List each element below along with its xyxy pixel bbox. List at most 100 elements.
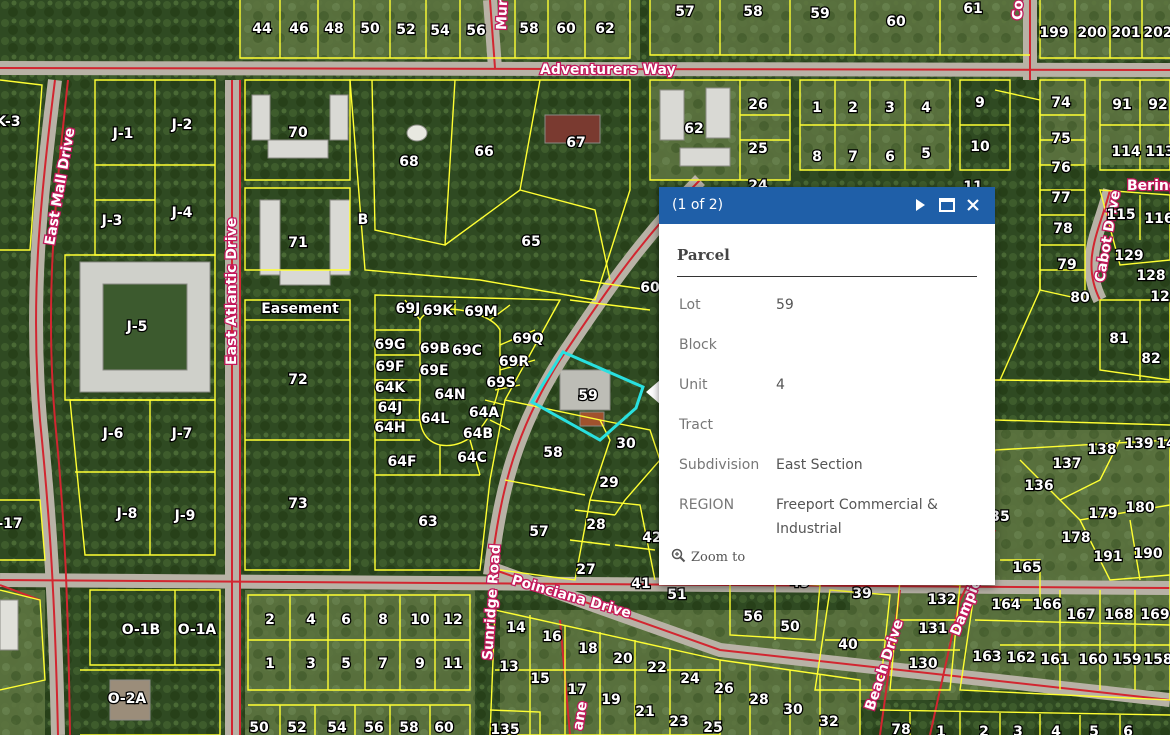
- parcel-label: 57: [529, 524, 548, 540]
- parcel-label: 1: [936, 724, 946, 735]
- attribute-table: Lot 59 Block Unit 4 Tract Subdivision East Sect…: [677, 285, 977, 549]
- parcel-label: 12: [1150, 289, 1169, 305]
- parcel-label: 61: [963, 1, 982, 17]
- road-label-bering: Bering: [1127, 178, 1170, 194]
- info-popup: (1 of 2) Parcel Lot 59 Block Unit 4 Tract Subd…: [659, 187, 995, 585]
- parcel-label: 129: [1114, 248, 1143, 264]
- parcel-label: 2: [979, 724, 989, 735]
- parcel-label: 1: [812, 100, 822, 116]
- parcel-label: 131: [918, 621, 947, 637]
- parcel-label: 78: [1053, 221, 1072, 237]
- parcel-label: 60: [434, 720, 454, 735]
- road-label-columbus: Columbus: [1010, 0, 1029, 20]
- attribute-value: [774, 405, 977, 445]
- parcel-label: 78: [891, 722, 910, 735]
- popup-body: Parcel Lot 59 Block Unit 4 Tract Subdivision Ea…: [659, 246, 995, 549]
- parcel-label: J-4: [171, 205, 193, 221]
- parcel-label: 19: [601, 692, 620, 708]
- zoom-to-button[interactable]: Zoom to: [671, 548, 745, 567]
- parcel-label: 8: [378, 612, 388, 628]
- parcel-label: 25: [703, 720, 722, 735]
- parcel-label: 5: [341, 656, 351, 672]
- parcel-label: 44: [252, 21, 272, 37]
- parcel-label: 128: [1136, 268, 1165, 284]
- parcel-label: J-5: [126, 319, 148, 335]
- parcel-label: 69K: [423, 303, 454, 319]
- parcel-label: 54: [327, 720, 347, 735]
- parcel-label: 58: [743, 4, 762, 20]
- parcel-label: 200: [1077, 25, 1106, 41]
- attribute-key: Tract: [679, 417, 714, 433]
- parcel-label: 70: [288, 125, 308, 141]
- parcel-label: 59: [810, 6, 829, 22]
- parcel-label: O-1B: [122, 622, 160, 638]
- parcel-label: 74: [1051, 95, 1071, 111]
- parcel-label: 26: [714, 681, 733, 697]
- parcel-label: 50: [249, 720, 269, 735]
- parcel-label: 190: [1133, 546, 1162, 562]
- parcel-label: B: [358, 212, 369, 228]
- parcel-label: 56: [466, 23, 485, 39]
- parcel-label: 62: [595, 21, 614, 37]
- road-label-east-atlantic-drive: East Atlantic Drive: [224, 218, 240, 365]
- parcel-label: 6: [885, 149, 895, 165]
- parcel-label: 80: [1070, 290, 1090, 306]
- attribute-row: Lot 59: [677, 285, 977, 325]
- parcel-label: 69E: [419, 363, 448, 379]
- parcel-label: 28: [586, 517, 605, 533]
- parcel-label: 64C: [457, 450, 487, 466]
- parcel-label: 69M: [464, 304, 497, 320]
- parcel-label: 136: [1024, 478, 1053, 494]
- parcel-label: 20: [613, 651, 633, 667]
- parcel-label: J-3: [101, 213, 123, 229]
- parcel-label: 137: [1052, 456, 1081, 472]
- parcel-label: 6: [1123, 724, 1133, 735]
- attribute-value: 59: [776, 297, 794, 313]
- attribute-value: [774, 325, 977, 365]
- parcel-label: 75: [1051, 131, 1070, 147]
- parcel-label: 4: [306, 612, 316, 628]
- parcel-label: 138: [1087, 442, 1116, 458]
- parcel-label: 1: [265, 656, 275, 672]
- popup-header: (1 of 2): [659, 187, 995, 224]
- parcel-label: 130: [908, 656, 937, 672]
- parcel-label: 91: [1112, 97, 1131, 113]
- close-icon[interactable]: [962, 194, 984, 216]
- parcel-label: O-2A: [108, 691, 147, 707]
- attribute-value: East Section: [776, 457, 863, 473]
- parcel-label: 10: [410, 612, 430, 628]
- parcel-label: 26: [748, 97, 767, 113]
- parcel-label: 14: [1156, 436, 1170, 452]
- parcel-label: 24: [680, 671, 700, 687]
- parcel-label: 46: [289, 21, 308, 37]
- parcel-label: 92: [1148, 97, 1167, 113]
- maximize-icon[interactable]: [936, 194, 958, 216]
- parcel-label: 132: [927, 592, 956, 608]
- parcel-label: 165: [1012, 560, 1041, 576]
- parcel-label: 64H: [374, 420, 405, 436]
- parcel-label: 113: [1145, 144, 1170, 160]
- parcel-label: 39: [852, 586, 871, 602]
- attribute-key: REGION: [679, 497, 735, 513]
- parcel-label: Easement: [261, 301, 339, 317]
- parcel-label: -17: [0, 516, 23, 532]
- zoom-to-label: Zoom to: [691, 550, 746, 565]
- parcel-label: 164: [991, 597, 1020, 613]
- parcel-label: J-2: [171, 117, 193, 133]
- parcel-label: 8: [812, 149, 822, 165]
- attribute-key: Unit: [679, 377, 708, 393]
- parcel-label: 168: [1104, 607, 1133, 623]
- parcel-label: 60: [556, 21, 576, 37]
- parcel-label: 6: [341, 612, 351, 628]
- attribute-value: 4: [776, 377, 785, 393]
- attribute-row: Tract: [677, 405, 977, 445]
- parcel-label: 48: [324, 21, 343, 37]
- parcel-label: 56: [743, 609, 762, 625]
- parcel-label: 77: [1051, 190, 1070, 206]
- parcel-label: J-6: [102, 426, 124, 442]
- parcel-label: 64K: [375, 380, 406, 396]
- parcel-label: 199: [1039, 25, 1068, 41]
- parcel-label: 5: [1089, 724, 1099, 735]
- play-icon[interactable]: [909, 194, 931, 216]
- parcel-label: 135: [490, 722, 519, 735]
